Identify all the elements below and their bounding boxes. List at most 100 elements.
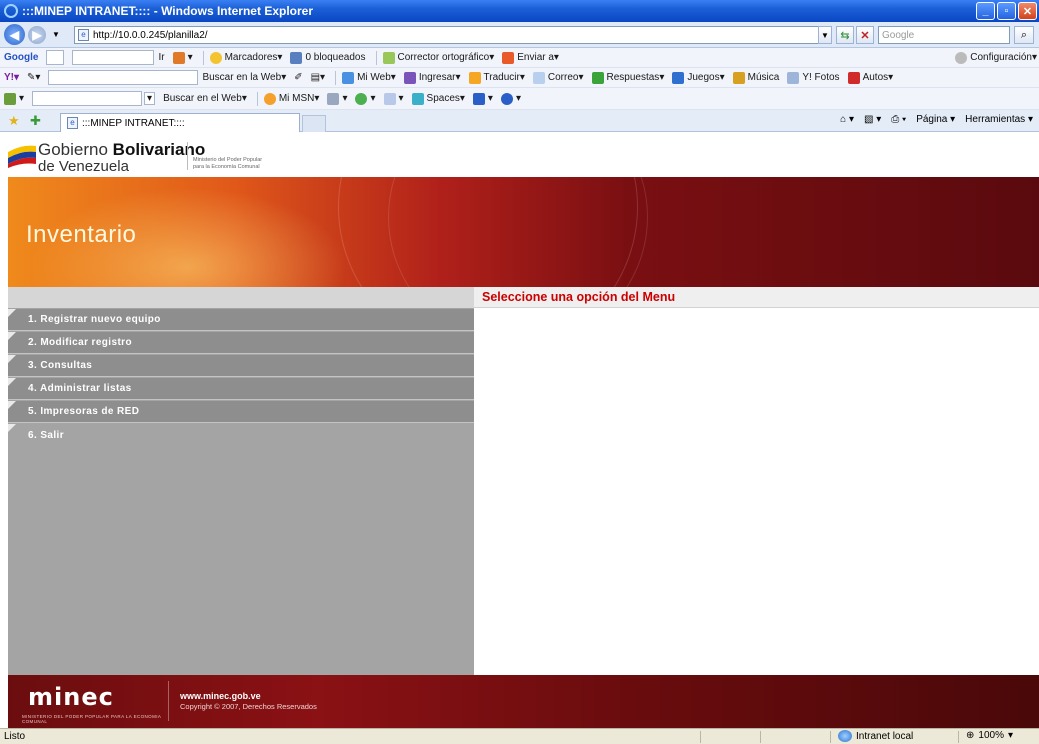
translate-icon bbox=[468, 71, 481, 84]
menu-item-salir[interactable]: 6. Salir bbox=[8, 424, 474, 446]
yahoo-logo-icon[interactable]: Y!▾ bbox=[4, 72, 19, 83]
respuestas-button[interactable]: Respuestas ▾ bbox=[591, 71, 664, 84]
correo-button[interactable]: Correo ▾ bbox=[532, 71, 584, 84]
rss-icon[interactable]: ▾ bbox=[327, 92, 347, 105]
menu-item-modificar-registro[interactable]: 2. Modificar registro bbox=[8, 332, 474, 354]
maximize-button[interactable]: ▫ bbox=[997, 2, 1016, 20]
msn-dropdown-icon[interactable]: ▾ bbox=[144, 92, 156, 105]
toolbar-divider bbox=[256, 91, 258, 106]
venezuela-flag-icon bbox=[8, 145, 36, 168]
address-dropdown-icon[interactable]: ▼ bbox=[818, 26, 832, 44]
close-button[interactable]: ✕ bbox=[1018, 2, 1037, 20]
traducir-button[interactable]: Traducir ▾ bbox=[468, 71, 525, 84]
traducir-label: Traducir bbox=[483, 72, 520, 83]
send-to-button[interactable]: Enviar a ▾ bbox=[502, 51, 559, 64]
ie-logo-icon bbox=[4, 4, 18, 18]
herramientas-menu[interactable]: Herramientas ▾ bbox=[965, 114, 1033, 125]
fotos-label: Y! Fotos bbox=[802, 72, 840, 83]
herramientas-label: Herramientas bbox=[965, 114, 1026, 125]
bloqueados-label: 0 bloqueados bbox=[305, 52, 366, 63]
msn-buscar-label: Buscar en el Web bbox=[163, 93, 242, 104]
menu-item-consultas[interactable]: 3. Consultas bbox=[8, 355, 474, 377]
home-icon[interactable]: ⌂ ▾ bbox=[840, 114, 854, 125]
music-icon bbox=[732, 71, 745, 84]
page-footer: minec MINISTERIO DEL PODER POPULAR PARA … bbox=[8, 675, 1039, 728]
juegos-button[interactable]: Juegos ▾ bbox=[672, 71, 725, 84]
mi-web-label: Mi Web bbox=[357, 72, 391, 83]
fotos-button[interactable]: Y! Fotos bbox=[787, 71, 840, 84]
autos-label: Autos bbox=[862, 72, 889, 83]
window-controls: _ ▫ ✕ bbox=[976, 2, 1037, 20]
msn-toolbar: ▾ ▾ Buscar en el Web ▾ Mi MSN ▾ ▾ ▾ ▾ Spac… bbox=[0, 88, 1039, 110]
gov-subtitle: de Venezuela bbox=[38, 158, 129, 175]
refresh-icon[interactable]: ⇆ bbox=[836, 26, 854, 44]
respuestas-label: Respuestas bbox=[606, 72, 660, 83]
search-icon[interactable]: ⌕ bbox=[1014, 26, 1034, 44]
mi-web-button[interactable]: Mi Web ▾ bbox=[342, 71, 396, 84]
status-divider bbox=[830, 731, 831, 743]
google-search-input[interactable] bbox=[72, 50, 155, 65]
zoom-control[interactable]: ⊕ 100% ▾ bbox=[966, 730, 1013, 741]
spaces-button[interactable]: Spaces ▾ bbox=[411, 92, 465, 105]
musica-button[interactable]: Música bbox=[732, 71, 779, 84]
answers-icon bbox=[591, 71, 604, 84]
footer-url[interactable]: www.minec.gob.ve bbox=[180, 691, 261, 701]
popup-icon[interactable]: ▾ bbox=[172, 51, 193, 64]
check-icon[interactable]: ▾ bbox=[472, 92, 493, 105]
autos-button[interactable]: Autos ▾ bbox=[847, 71, 893, 84]
msn-search-input[interactable] bbox=[32, 91, 143, 106]
mail-icon bbox=[532, 71, 545, 84]
spellcheck-button[interactable]: Corrector ortográfico ▾ bbox=[382, 51, 494, 64]
mi-msn-label: Mi MSN bbox=[278, 93, 315, 104]
page-viewport: Gobierno Bolivariano de Venezuela Minist… bbox=[0, 132, 1039, 728]
recent-pages-dropdown-icon[interactable]: ▼ bbox=[52, 30, 60, 39]
address-bar[interactable]: e http://10.0.0.245/planilla2/ bbox=[74, 26, 832, 44]
tab-page-icon: e bbox=[67, 117, 78, 129]
msn-search-button[interactable]: Buscar en el Web ▾ bbox=[163, 93, 247, 104]
marcadores-button[interactable]: Marcadores ▾ bbox=[209, 51, 282, 64]
new-tab-button[interactable] bbox=[302, 115, 326, 132]
menu-item-impresoras-de-red[interactable]: 5. Impresoras de RED bbox=[8, 401, 474, 423]
tab-minep-intranet[interactable]: e :::MINEP INTRANET:::: bbox=[60, 113, 300, 132]
menu-item-registrar-nuevo-equipo[interactable]: 1. Registrar nuevo equipo bbox=[8, 309, 474, 331]
stop-icon[interactable]: ✕ bbox=[856, 26, 874, 44]
yahoo-search-input[interactable] bbox=[48, 70, 199, 85]
highlight-icon[interactable]: ✐ bbox=[294, 72, 302, 83]
yahoo-search-button[interactable]: Buscar en la Web ▾ bbox=[202, 72, 286, 83]
minimize-button[interactable]: _ bbox=[976, 2, 995, 20]
games-icon bbox=[672, 71, 685, 84]
zoom-dropdown-icon: ▾ bbox=[1007, 730, 1013, 741]
blocked-popups-button[interactable]: 0 bloqueados bbox=[290, 51, 366, 64]
feeds-icon[interactable]: ▧ ▾ bbox=[864, 114, 881, 125]
yahoo-options-icon[interactable]: ▤▾ bbox=[311, 72, 325, 83]
add-favorite-icon[interactable]: ✚ bbox=[30, 113, 41, 129]
msn-menu-icon[interactable]: ▾ bbox=[4, 92, 24, 105]
hotmail-icon[interactable]: ▾ bbox=[383, 92, 404, 105]
spaces-icon bbox=[411, 92, 424, 105]
zone-label: Intranet local bbox=[856, 730, 914, 742]
mi-msn-button[interactable]: Mi MSN ▾ bbox=[263, 92, 319, 105]
yahoo-buscar-label: Buscar en la Web bbox=[202, 72, 282, 83]
messenger-icon[interactable]: ▾ bbox=[355, 92, 376, 105]
favorites-star-icon[interactable]: ★ bbox=[8, 113, 20, 129]
pagina-menu[interactable]: Página ▾ bbox=[916, 114, 955, 125]
print-icon[interactable]: ⎙ ▾ bbox=[891, 114, 906, 125]
google-g-button[interactable] bbox=[46, 50, 65, 65]
forward-button[interactable]: ▶ bbox=[28, 26, 46, 44]
ministry-name: Ministerio del Poder Popular para la Eco… bbox=[193, 157, 262, 171]
configuracion-button[interactable]: Configuración ▾ bbox=[955, 51, 1037, 64]
back-button[interactable]: ◀ bbox=[4, 24, 25, 45]
marcadores-label: Marcadores bbox=[224, 52, 278, 63]
minec-logo: minec bbox=[28, 683, 114, 711]
zoom-label: 100% bbox=[978, 730, 1004, 741]
ingresar-button[interactable]: Ingresar ▾ bbox=[403, 71, 461, 84]
search-input[interactable]: Google bbox=[878, 26, 1010, 44]
security-zone[interactable]: Intranet local bbox=[838, 730, 913, 742]
help-icon[interactable]: ▾ bbox=[500, 92, 521, 105]
toolbar-divider bbox=[375, 50, 377, 65]
configuracion-label: Configuración bbox=[970, 52, 1032, 63]
menu-item-administrar-listas[interactable]: 4. Administrar listas bbox=[8, 378, 474, 400]
google-ir-button[interactable]: Ir bbox=[158, 52, 164, 63]
pencil-icon[interactable]: ✎▾ bbox=[27, 72, 40, 83]
status-bar: Listo Intranet local ⊕ 100% ▾ bbox=[0, 728, 1039, 744]
